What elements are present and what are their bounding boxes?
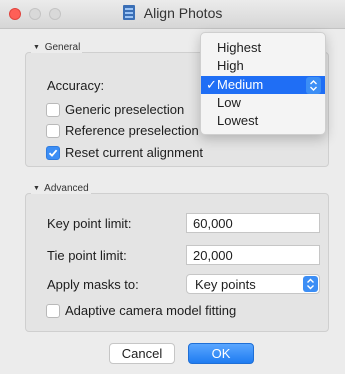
accuracy-option-lowest[interactable]: Lowest	[201, 112, 325, 130]
disclosure-triangle-icon: ▼	[33, 44, 40, 51]
reset-alignment-checkbox[interactable]	[46, 146, 60, 160]
key-point-limit-field[interactable]: 60,000	[186, 213, 320, 233]
disclosure-triangle-icon: ▼	[33, 185, 40, 192]
apply-masks-label: Apply masks to:	[47, 277, 139, 292]
adaptive-fitting-checkbox[interactable]	[46, 304, 60, 318]
key-point-limit-label: Key point limit:	[47, 216, 132, 231]
window-title-container: Align Photos	[0, 5, 345, 21]
reference-preselection-label: Reference preselection	[65, 123, 199, 138]
advanced-group-header[interactable]: ▼ Advanced	[31, 183, 91, 194]
cancel-button[interactable]: Cancel	[109, 343, 175, 364]
general-group-header[interactable]: ▼ General	[31, 42, 83, 53]
app-icon	[122, 5, 135, 20]
accuracy-option-highest[interactable]: Highest	[201, 39, 325, 57]
popup-stepper-icon	[303, 276, 318, 292]
apply-masks-popup[interactable]: Key points	[186, 274, 320, 294]
generic-preselection-label: Generic preselection	[65, 102, 185, 117]
apply-masks-value: Key points	[195, 277, 256, 292]
checkmark-icon	[48, 149, 58, 157]
reference-preselection-checkbox[interactable]	[46, 124, 60, 138]
general-heading: General	[44, 42, 81, 53]
advanced-heading: Advanced	[44, 183, 89, 194]
tie-point-limit-label: Tie point limit:	[47, 248, 127, 263]
title-bar: Align Photos	[0, 0, 345, 29]
reset-alignment-label: Reset current alignment	[65, 145, 204, 160]
tie-point-limit-field[interactable]: 20,000	[186, 245, 320, 265]
accuracy-option-medium-label: Medium	[217, 77, 264, 92]
accuracy-option-high[interactable]: High	[201, 57, 325, 75]
align-photos-dialog: Align Photos ▼ General Accuracy: Generic…	[0, 0, 345, 374]
accuracy-stepper-icon[interactable]	[306, 77, 321, 94]
selected-check-icon: ✓	[206, 77, 217, 92]
adaptive-fitting-label: Adaptive camera model fitting	[65, 303, 237, 318]
generic-preselection-checkbox[interactable]	[46, 103, 60, 117]
accuracy-label: Accuracy:	[47, 78, 105, 93]
accuracy-option-low[interactable]: Low	[201, 94, 325, 112]
window-title: Align Photos	[143, 5, 223, 21]
ok-button[interactable]: OK	[188, 343, 254, 364]
